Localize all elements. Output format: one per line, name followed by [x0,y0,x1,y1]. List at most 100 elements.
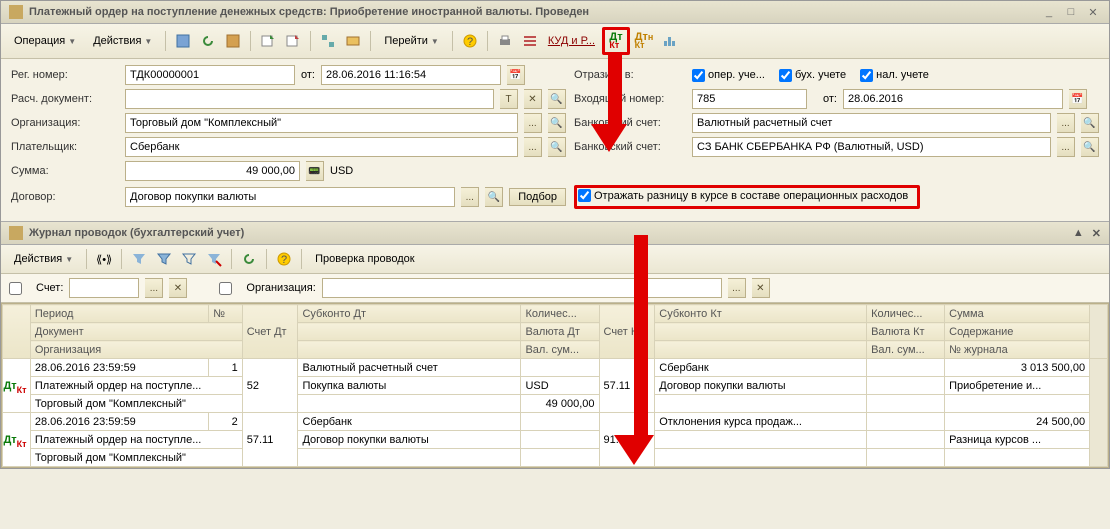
filter-org-label: Организация: [246,282,315,294]
postings-table[interactable]: Период № Счет Дт Субконто Дт Количес... … [2,304,1108,467]
filter-acc-select[interactable]: ... [145,278,163,298]
payer-input[interactable]: Сбербанк [125,137,518,157]
save-icon[interactable] [222,30,244,52]
reg-input[interactable]: ТДК00000001 [125,65,295,85]
check-postings[interactable]: Проверка проводок [308,250,421,268]
maximize-button[interactable]: □ [1063,5,1079,19]
chk-buh[interactable]: бух. учете [779,69,846,82]
table-row[interactable]: Платежный ордер на поступле... Покупка в… [3,377,1108,395]
col-val-kt[interactable]: Валюта Кт [867,323,945,341]
chk-reflect-diff[interactable]: Отражать разницу в курсе в составе опера… [578,189,908,202]
nav-first-icon[interactable]: ⟪•⟫ [93,248,115,270]
filter-org-input[interactable] [322,278,722,298]
kud-link[interactable]: КУД и Р... [544,35,599,47]
table-row[interactable]: Платежный ордер на поступле... Договор п… [3,431,1108,449]
journal-actions[interactable]: Действия▼ [7,250,80,268]
contract-input[interactable]: Договор покупки валюты [125,187,455,207]
col-val-dt[interactable]: Валюта Дт [521,323,599,341]
col-document[interactable]: Документ [30,323,242,341]
org-select-icon[interactable]: ... [524,113,542,133]
bank-acc2-input[interactable]: СЗ БАНК СБЕРБАНКА РФ (Валютный, USD) [692,137,1051,157]
bank2-select-icon[interactable]: ... [1057,137,1075,157]
table-row[interactable]: ДтКт 28.06.2016 23:59:59 1 52 Валютный р… [3,359,1108,377]
bank2-search-icon[interactable]: 🔍 [1081,137,1099,157]
filter1-icon[interactable] [128,248,150,270]
org-search-icon[interactable]: 🔍 [548,113,566,133]
refresh2-icon[interactable] [238,248,260,270]
doc-input[interactable] [125,89,494,109]
actions-menu[interactable]: Действия▼ [86,32,159,50]
filter-org-clear[interactable]: ✕ [752,278,770,298]
table-row[interactable]: ДтКт 28.06.2016 23:59:59 2 57.11 Сбербан… [3,413,1108,431]
col-num[interactable]: № [209,305,242,323]
doc-search-icon[interactable]: 🔍 [548,89,566,109]
incoming-input[interactable]: 785 [692,89,807,109]
doc-t-icon[interactable]: T [500,89,518,109]
calendar-icon[interactable]: 📅 [507,65,525,85]
filter3-icon[interactable] [178,248,200,270]
unpost-icon[interactable] [282,30,304,52]
filter-acc-chk[interactable] [9,282,22,295]
journal-close-icon[interactable]: ✕ [1092,227,1101,240]
col-content[interactable]: Содержание [945,323,1090,341]
dtkt-button[interactable]: ДтКт [605,30,627,52]
payer-select-icon[interactable]: ... [524,137,542,157]
incoming-date-input[interactable]: 28.06.2016 [843,89,1063,109]
col-qty2[interactable]: Количес... [867,305,945,323]
chk-nal[interactable]: нал. учете [860,69,929,82]
table-row[interactable]: Торговый дом "Комплексный" 49 000,00 [3,395,1108,413]
settings-icon[interactable] [519,30,541,52]
help2-icon[interactable]: ? [273,248,295,270]
chk-oper[interactable]: опер. уче... [692,69,765,82]
filter-acc-input[interactable] [69,278,139,298]
col-sub-kt[interactable]: Субконто Кт [655,305,867,323]
bank-acc-input[interactable]: Валютный расчетный счет [692,113,1051,133]
operation-menu[interactable]: Операция▼ [7,32,83,50]
calc-icon[interactable]: 📟 [306,161,324,181]
col-period[interactable]: Период [30,305,208,323]
filter-clear-icon[interactable] [203,248,225,270]
form-icon[interactable] [172,30,194,52]
sum-label: Сумма: [11,165,119,177]
col-acc-dt[interactable]: Счет Дт [242,305,298,359]
filter2-icon[interactable] [153,248,175,270]
date-input[interactable]: 28.06.2016 11:16:54 [321,65,501,85]
org-input[interactable]: Торговый дом "Комплексный" [125,113,518,133]
basis-icon[interactable] [342,30,364,52]
journal-collapse-icon[interactable]: ▲ [1073,227,1084,239]
help-icon[interactable]: ? [459,30,481,52]
minimize-button[interactable]: _ [1041,5,1057,19]
refresh-icon[interactable] [197,30,219,52]
filter-org-select[interactable]: ... [728,278,746,298]
filter-org-chk[interactable] [219,282,232,295]
col-acc-kt[interactable]: Счет Кт [599,305,655,359]
payer-label: Плательщик: [11,141,119,153]
dtkt-nal-button[interactable]: ДтнКт [633,30,655,52]
col-journal-num[interactable]: № журнала [945,341,1090,359]
report-icon[interactable] [658,30,680,52]
col-sub-dt[interactable]: Субконто Дт [298,305,521,323]
bank-select-icon[interactable]: ... [1057,113,1075,133]
podbor-button[interactable]: Подбор [509,188,566,206]
print-icon[interactable] [494,30,516,52]
table-row[interactable]: Торговый дом "Комплексный" [3,449,1108,467]
titlebar: Платежный ордер на поступление денежных … [1,1,1109,24]
structure-icon[interactable] [317,30,339,52]
goto-menu[interactable]: Перейти▼ [377,32,446,50]
calendar2-icon[interactable]: 📅 [1069,89,1087,109]
sum-input[interactable]: 49 000,00 [125,161,300,181]
filter-acc-clear[interactable]: ✕ [169,278,187,298]
col-sum[interactable]: Сумма [945,305,1090,323]
contract-select-icon[interactable]: ... [461,187,479,207]
doc-clear-icon[interactable]: ✕ [524,89,542,109]
col-qty[interactable]: Количес... [521,305,599,323]
col-valsum2[interactable]: Вал. сум... [867,341,945,359]
bank-search-icon[interactable]: 🔍 [1081,113,1099,133]
close-button[interactable]: ✕ [1085,5,1101,19]
contract-search-icon[interactable]: 🔍 [485,187,503,207]
payer-search-icon[interactable]: 🔍 [548,137,566,157]
post-icon[interactable] [257,30,279,52]
col-organization[interactable]: Организация [30,341,242,359]
col-valsum[interactable]: Вал. сум... [521,341,599,359]
svg-text:?: ? [281,254,287,266]
